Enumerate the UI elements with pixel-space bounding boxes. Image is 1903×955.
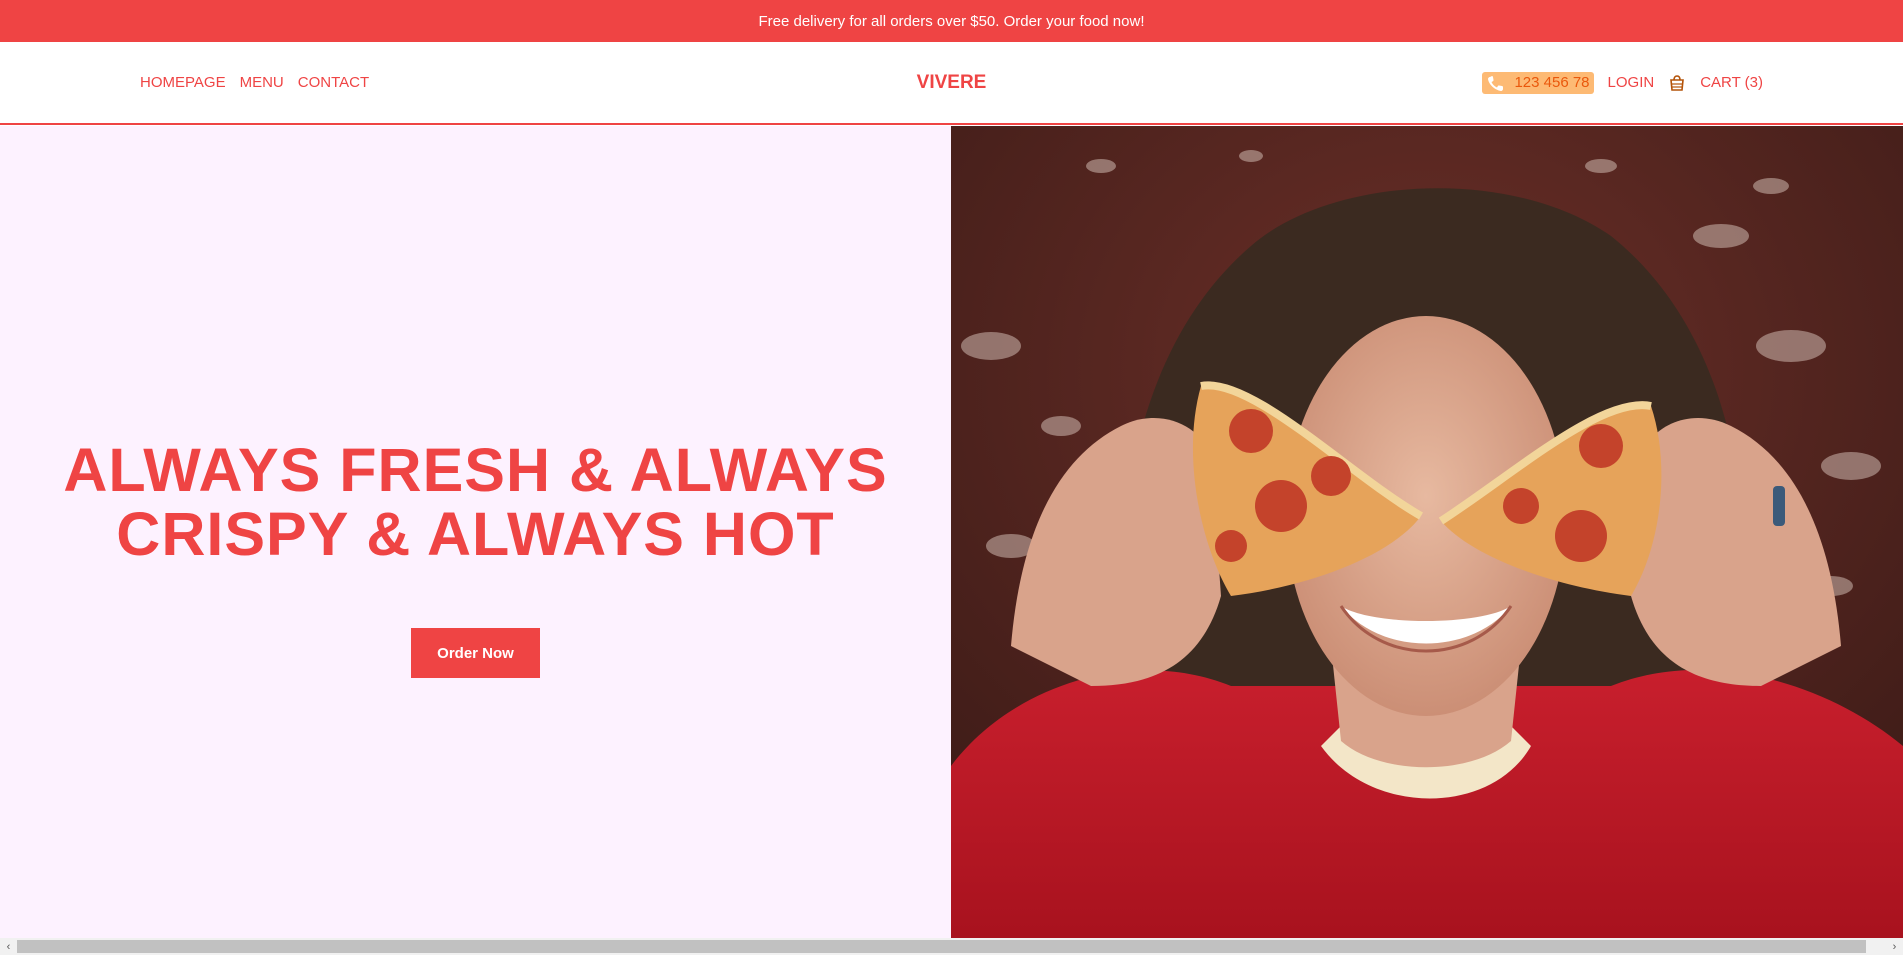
nav-link-contact[interactable]: CONTACT [298,74,369,91]
cart-link[interactable]: CART (3) [1700,74,1763,91]
login-link[interactable]: LOGIN [1608,74,1655,91]
brand-logo[interactable]: VIVERE [917,72,987,94]
hero-title-line-1: ALWAYS FRESH & ALWAYS [63,436,888,504]
hero-photo-pizza-person [951,126,1903,938]
scroll-right-arrow-icon[interactable]: › [1886,938,1903,955]
phone-number-text: 123 456 78 [1514,74,1590,91]
horizontal-scrollbar[interactable]: ‹ › [0,938,1903,955]
hero-title: ALWAYS FRESH & ALWAYS CRISPY & ALWAYS HO… [0,438,951,566]
scroll-left-arrow-icon[interactable]: ‹ [0,938,17,955]
phone-icon [1488,75,1504,91]
cart-icon[interactable] [1668,74,1686,92]
nav-right-group: 123 456 78 LOGIN CART (3) [1482,42,1763,123]
nav-link-menu[interactable]: MENU [240,74,284,91]
hero-image [951,126,1903,938]
top-navbar: HOMEPAGE MENU CONTACT VIVERE 123 456 78 … [0,42,1903,125]
nav-links: HOMEPAGE MENU CONTACT [140,42,369,123]
promo-banner: Free delivery for all orders over $50. O… [0,0,1903,42]
scrollbar-thumb[interactable] [17,940,1866,953]
promo-text: Free delivery for all orders over $50. O… [758,12,1145,30]
hero-title-line-2: CRISPY & ALWAYS HOT [116,500,835,568]
nav-link-homepage[interactable]: HOMEPAGE [140,74,226,91]
hero-text-panel: ALWAYS FRESH & ALWAYS CRISPY & ALWAYS HO… [0,126,951,938]
order-now-button[interactable]: Order Now [411,628,540,678]
phone-number[interactable]: 123 456 78 [1482,71,1594,94]
